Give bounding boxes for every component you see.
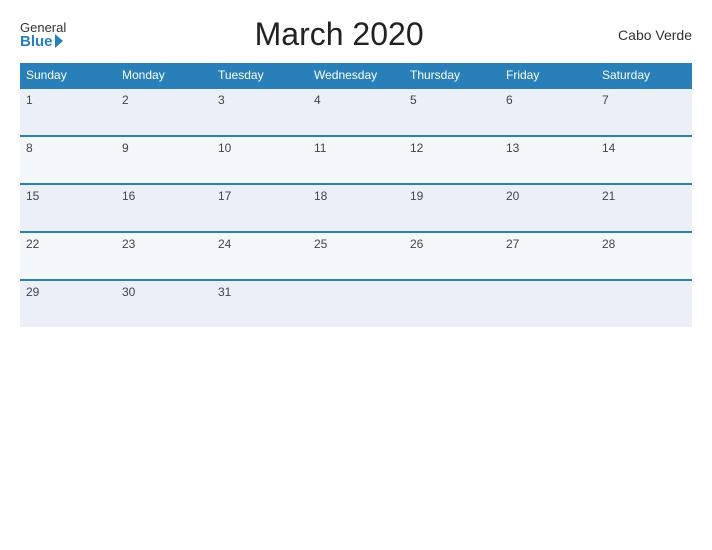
day-number: 12 [410,141,423,155]
day-number: 22 [26,237,39,251]
calendar-day-cell: 12 [404,136,500,184]
calendar-day-cell: 7 [596,88,692,136]
calendar-day-cell: 19 [404,184,500,232]
calendar-day-cell: 24 [212,232,308,280]
calendar-day-cell: 30 [116,280,212,327]
day-number: 18 [314,189,327,203]
day-number: 30 [122,285,135,299]
calendar-day-cell: 21 [596,184,692,232]
day-number: 29 [26,285,39,299]
day-number: 11 [314,141,326,155]
calendar-day-cell: 22 [20,232,116,280]
calendar-day-cell: 23 [116,232,212,280]
day-number: 6 [506,93,513,107]
day-number: 26 [410,237,423,251]
day-number: 8 [26,141,33,155]
calendar-day-cell: 11 [308,136,404,184]
calendar-day-cell: 13 [500,136,596,184]
calendar-day-cell: 10 [212,136,308,184]
day-number: 31 [218,285,231,299]
calendar-wrapper: General Blue March 2020 Cabo Verde Sunda… [0,0,712,550]
weekday-header-friday: Friday [500,63,596,88]
calendar-day-cell: 14 [596,136,692,184]
day-number: 23 [122,237,135,251]
calendar-header: General Blue March 2020 Cabo Verde [20,16,692,53]
weekday-header-sunday: Sunday [20,63,116,88]
day-number: 21 [602,189,615,203]
day-number: 24 [218,237,231,251]
day-number: 28 [602,237,615,251]
logo-general-text: General [20,21,66,34]
day-number: 9 [122,141,129,155]
calendar-day-cell [596,280,692,327]
calendar-week-row: 8 9 10 11 12 13 14 [20,136,692,184]
day-number: 25 [314,237,327,251]
calendar-day-cell: 9 [116,136,212,184]
calendar-day-cell: 25 [308,232,404,280]
logo-blue-text: Blue [20,34,63,49]
day-number: 5 [410,93,417,107]
weekday-header-saturday: Saturday [596,63,692,88]
calendar-table: SundayMondayTuesdayWednesdayThursdayFrid… [20,63,692,327]
weekday-header-monday: Monday [116,63,212,88]
calendar-day-cell: 1 [20,88,116,136]
calendar-day-cell: 17 [212,184,308,232]
calendar-day-cell [404,280,500,327]
calendar-day-cell: 15 [20,184,116,232]
day-number: 7 [602,93,609,107]
weekday-header-row: SundayMondayTuesdayWednesdayThursdayFrid… [20,63,692,88]
calendar-title: March 2020 [66,16,612,53]
day-number: 4 [314,93,321,107]
day-number: 3 [218,93,225,107]
day-number: 16 [122,189,135,203]
logo-triangle-icon [55,34,63,48]
calendar-day-cell: 28 [596,232,692,280]
day-number: 1 [26,93,33,107]
calendar-day-cell: 20 [500,184,596,232]
calendar-day-cell: 29 [20,280,116,327]
country-name: Cabo Verde [612,27,692,43]
calendar-day-cell: 3 [212,88,308,136]
day-number: 27 [506,237,519,251]
calendar-day-cell: 18 [308,184,404,232]
weekday-header-wednesday: Wednesday [308,63,404,88]
calendar-day-cell: 26 [404,232,500,280]
calendar-day-cell: 2 [116,88,212,136]
day-number: 19 [410,189,423,203]
calendar-day-cell: 27 [500,232,596,280]
calendar-day-cell [308,280,404,327]
day-number: 10 [218,141,231,155]
weekday-header-thursday: Thursday [404,63,500,88]
logo: General Blue [20,21,66,49]
day-number: 15 [26,189,39,203]
day-number: 14 [602,141,615,155]
weekday-header-tuesday: Tuesday [212,63,308,88]
calendar-week-row: 29 30 31 [20,280,692,327]
day-number: 2 [122,93,129,107]
calendar-day-cell [500,280,596,327]
calendar-week-row: 15 16 17 18 19 20 21 [20,184,692,232]
calendar-week-row: 22 23 24 25 26 27 28 [20,232,692,280]
calendar-day-cell: 16 [116,184,212,232]
day-number: 13 [506,141,519,155]
calendar-day-cell: 31 [212,280,308,327]
calendar-day-cell: 6 [500,88,596,136]
calendar-day-cell: 8 [20,136,116,184]
day-number: 20 [506,189,519,203]
calendar-week-row: 1 2 3 4 5 6 7 [20,88,692,136]
calendar-day-cell: 4 [308,88,404,136]
calendar-day-cell: 5 [404,88,500,136]
day-number: 17 [218,189,231,203]
